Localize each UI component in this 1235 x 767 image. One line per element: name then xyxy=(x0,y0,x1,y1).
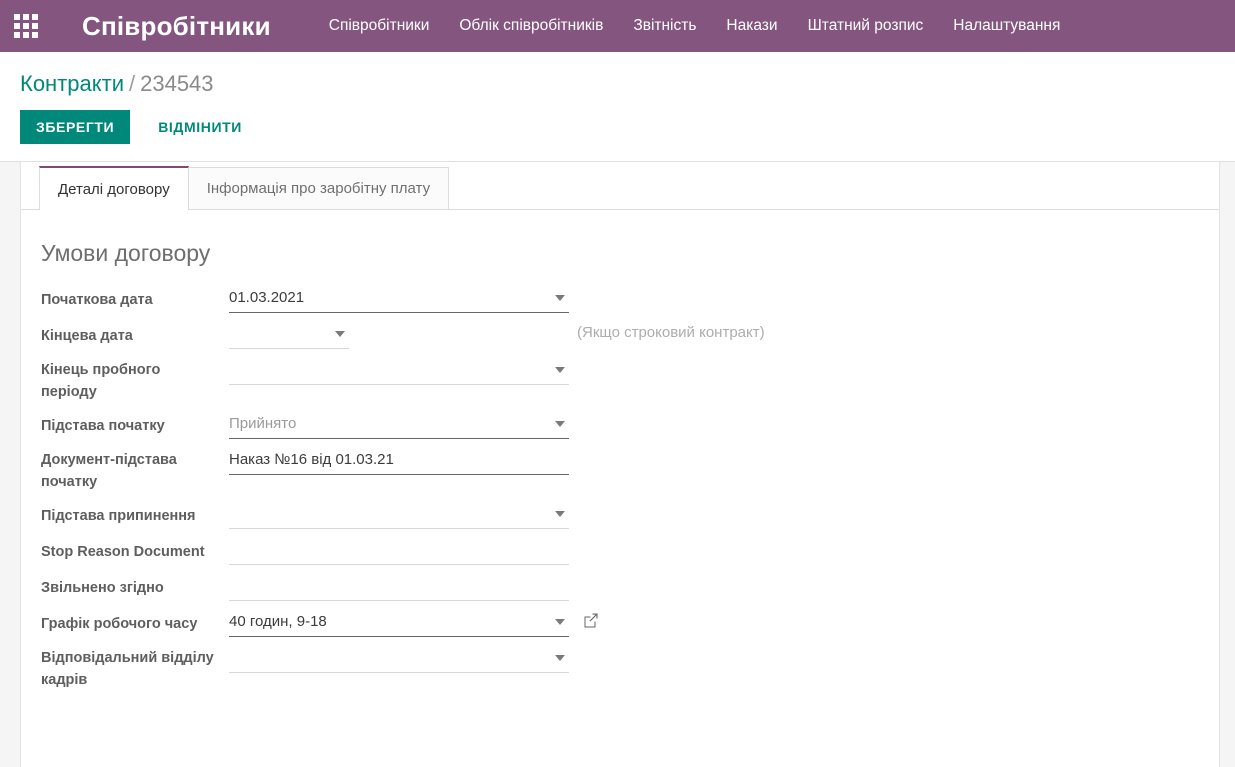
field-control-відповідальний-відділу-кадрів xyxy=(229,643,569,673)
field-control-підстава-початку: Прийнято xyxy=(229,409,569,439)
chevron-down-icon[interactable] xyxy=(555,421,565,427)
field-label-відповідальний-відділу-кадрів: Відповідальний відділу кадрів xyxy=(41,643,229,691)
cancel-button[interactable]: ВІДМІНИТИ xyxy=(144,110,256,144)
select-відповідальний-відділу-кадрів[interactable] xyxy=(229,643,569,673)
nav-item-reporting[interactable]: Звітність xyxy=(633,0,696,52)
nav-item-employees[interactable]: Співробітники xyxy=(329,0,430,52)
section-title-contract-terms: Умови договору xyxy=(41,240,1219,267)
chevron-down-icon[interactable] xyxy=(555,511,565,517)
field-control-початкова-дата: 01.03.2021 xyxy=(229,283,569,313)
field-row: Підстава припинення xyxy=(41,499,1219,529)
nav-item-settings[interactable]: Налаштування xyxy=(953,0,1060,52)
chevron-down-icon[interactable] xyxy=(335,331,345,337)
field-control-stop-reason-document xyxy=(229,535,569,565)
field-label-кінець-пробного-періоду: Кінець пробного періоду xyxy=(41,355,229,403)
chevron-down-icon[interactable] xyxy=(555,655,565,661)
external-link-icon[interactable] xyxy=(581,610,601,630)
tab-bar: Деталі договору Інформація про заробітну… xyxy=(21,162,1219,210)
app-header: Співробітники Співробітники Облік співро… xyxy=(0,0,1235,52)
field-label-підстава-припинення: Підстава припинення xyxy=(41,499,229,527)
field-label-документ-підстава-початку: Документ-підстава початку xyxy=(41,445,229,493)
field-value: Наказ №16 від 01.03.21 xyxy=(229,451,394,468)
input-документ-підстава-початку[interactable]: Наказ №16 від 01.03.21 xyxy=(229,445,569,475)
field-row: Підстава початкуПрийнято xyxy=(41,409,1219,439)
nav-item-staffing-table[interactable]: Штатний розпис xyxy=(808,0,924,52)
field-label-звільнено-згідно: Звільнено згідно xyxy=(41,571,229,599)
field-control-підстава-припинення xyxy=(229,499,569,529)
tab-contract-details[interactable]: Деталі договору xyxy=(39,166,189,210)
nav-item-orders[interactable]: Накази xyxy=(726,0,777,52)
main-navigation: Співробітники Облік співробітників Звітн… xyxy=(329,0,1061,52)
select-початкова-дата[interactable]: 01.03.2021 xyxy=(229,283,569,313)
tab-contract-details-label: Деталі договору xyxy=(58,181,170,198)
field-list: Початкова дата01.03.2021Кінцева дата(Якщ… xyxy=(41,283,1219,691)
field-hint: (Якщо строковий контракт) xyxy=(577,324,765,341)
field-control-графік-робочого-часу: 40 годин, 9-18 xyxy=(229,607,569,637)
field-label-початкова-дата: Початкова дата xyxy=(41,283,229,311)
input-звільнено-згідно[interactable] xyxy=(229,571,569,601)
contract-form: Умови договору Початкова дата01.03.2021К… xyxy=(21,210,1219,691)
field-row: Документ-підстава початкуНаказ №16 від 0… xyxy=(41,445,1219,493)
field-value: Прийнято xyxy=(229,415,296,432)
breadcrumb-toolbar-area: Контракти/234543 ЗБЕРЕГТИ ВІДМІНИТИ xyxy=(0,52,1235,144)
field-row: Stop Reason Document xyxy=(41,535,1219,565)
field-row: Відповідальний відділу кадрів xyxy=(41,643,1219,691)
field-row: Кінець пробного періоду xyxy=(41,355,1219,403)
field-row: Звільнено згідно xyxy=(41,571,1219,601)
nav-item-employee-records[interactable]: Облік співробітників xyxy=(459,0,603,52)
breadcrumb-current: 234543 xyxy=(140,71,213,96)
field-control-звільнено-згідно xyxy=(229,571,569,601)
field-control-документ-підстава-початку: Наказ №16 від 01.03.21 xyxy=(229,445,569,475)
field-row: Графік робочого часу40 годин, 9-18 xyxy=(41,607,1219,637)
field-control-кінець-пробного-періоду xyxy=(229,355,569,385)
field-label-stop-reason-document: Stop Reason Document xyxy=(41,535,229,563)
field-label-графік-робочого-часу: Графік робочого часу xyxy=(41,607,229,635)
select-кінець-пробного-періоду[interactable] xyxy=(229,355,569,385)
input-stop-reason-document[interactable] xyxy=(229,535,569,565)
save-button[interactable]: ЗБЕРЕГТИ xyxy=(20,110,130,144)
chevron-down-icon[interactable] xyxy=(555,619,565,625)
record-toolbar: ЗБЕРЕГТИ ВІДМІНИТИ xyxy=(20,110,1235,144)
select-підстава-припинення[interactable] xyxy=(229,499,569,529)
field-row: Початкова дата01.03.2021 xyxy=(41,283,1219,313)
field-value: 40 годин, 9-18 xyxy=(229,613,327,630)
breadcrumb-parent-link[interactable]: Контракти xyxy=(20,71,124,96)
field-label-кінцева-дата: Кінцева дата xyxy=(41,319,229,347)
app-title: Співробітники xyxy=(82,11,271,42)
breadcrumb: Контракти/234543 xyxy=(20,70,1235,98)
breadcrumb-separator: / xyxy=(129,71,135,96)
chevron-down-icon[interactable] xyxy=(555,367,565,373)
grid-apps-icon xyxy=(14,14,38,38)
tab-salary-information-label: Інформація про заробітну плату xyxy=(207,180,430,197)
field-control-кінцева-дата: (Якщо строковий контракт) xyxy=(229,319,349,349)
chevron-down-icon[interactable] xyxy=(555,295,565,301)
tab-salary-information[interactable]: Інформація про заробітну плату xyxy=(188,167,449,209)
apps-menu-button[interactable] xyxy=(0,0,52,52)
field-row: Кінцева дата(Якщо строковий контракт) xyxy=(41,319,1219,349)
content-card: Деталі договору Інформація про заробітну… xyxy=(20,162,1220,767)
select-кінцева-дата[interactable] xyxy=(229,319,349,349)
page-background: Деталі договору Інформація про заробітну… xyxy=(0,162,1235,767)
field-value: 01.03.2021 xyxy=(229,289,304,306)
select-підстава-початку[interactable]: Прийнято xyxy=(229,409,569,439)
field-label-підстава-початку: Підстава початку xyxy=(41,409,229,437)
select-графік-робочого-часу[interactable]: 40 годин, 9-18 xyxy=(229,607,569,637)
